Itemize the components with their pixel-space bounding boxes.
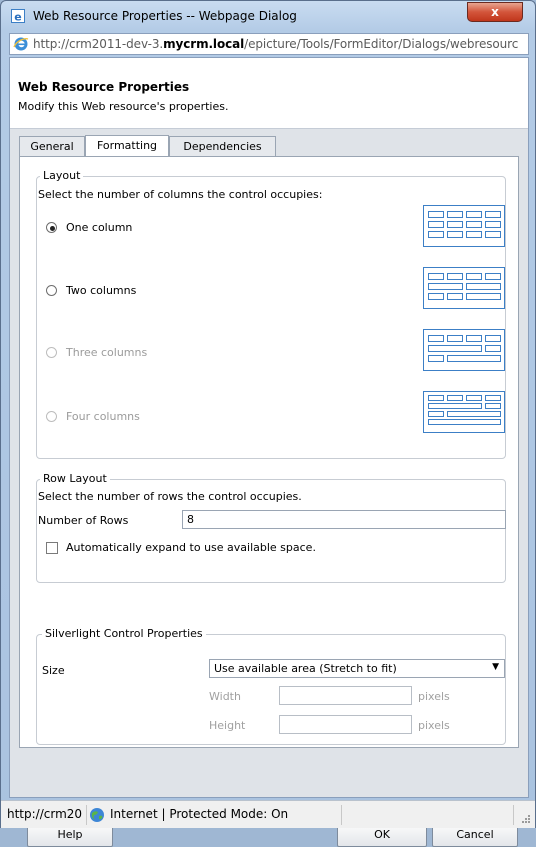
three-columns-label[interactable]: Three columns bbox=[66, 346, 147, 359]
four-columns-label[interactable]: Four columns bbox=[66, 410, 140, 423]
height-units-label: pixels bbox=[418, 719, 450, 732]
one-column-layout-icon bbox=[423, 205, 505, 247]
tab-dependencies[interactable]: Dependencies bbox=[169, 136, 276, 156]
number-of-rows-input[interactable]: 8 bbox=[182, 510, 506, 529]
status-divider bbox=[86, 805, 87, 825]
tab-formatting[interactable]: Formatting bbox=[85, 135, 169, 157]
status-url: http://crm20 bbox=[7, 807, 83, 821]
address-prefix: http://crm2011-dev-3. bbox=[33, 37, 164, 51]
height-label: Height bbox=[209, 719, 246, 732]
radio-one-column[interactable] bbox=[46, 222, 57, 233]
window-title: Web Resource Properties -- Webpage Dialo… bbox=[33, 9, 297, 23]
dropdown-arrow-icon: ▼ bbox=[492, 662, 499, 672]
width-label: Width bbox=[209, 690, 241, 703]
one-column-label[interactable]: One column bbox=[66, 221, 132, 234]
two-column-layout-icon bbox=[423, 267, 505, 309]
radio-two-columns[interactable] bbox=[46, 285, 57, 296]
four-column-layout-icon bbox=[423, 391, 505, 433]
dialog-window: e Web Resource Properties -- Webpage Dia… bbox=[0, 0, 536, 847]
close-button[interactable]: x bbox=[467, 2, 523, 22]
address-bar[interactable]: http://crm2011-dev-3.mycrm.local/epictur… bbox=[9, 33, 529, 55]
three-column-layout-icon bbox=[423, 329, 505, 371]
size-select-value: Use available area (Stretch to fit) bbox=[214, 662, 397, 675]
address-domain: mycrm.local bbox=[163, 37, 245, 51]
address-url[interactable]: http://crm2011-dev-3.mycrm.local/epictur… bbox=[33, 37, 528, 51]
silverlight-legend: Silverlight Control Properties bbox=[42, 627, 206, 640]
ie-logo-icon bbox=[13, 37, 29, 51]
row-layout-description: Select the number of rows the control oc… bbox=[38, 490, 302, 503]
dialog-body: General Formatting Dependencies Layout S… bbox=[10, 128, 528, 847]
svg-text:e: e bbox=[14, 11, 21, 24]
tab-general[interactable]: General bbox=[19, 136, 85, 156]
radio-three-columns[interactable] bbox=[46, 347, 57, 358]
radio-four-columns[interactable] bbox=[46, 411, 57, 422]
width-units-label: pixels bbox=[418, 690, 450, 703]
status-divider bbox=[513, 805, 514, 825]
status-bar: http://crm20 Internet | Protected Mode: … bbox=[1, 800, 535, 828]
number-of-rows-label: Number of Rows bbox=[38, 514, 129, 527]
dialog-subtitle: Modify this Web resource's properties. bbox=[18, 100, 229, 113]
status-divider bbox=[341, 805, 342, 825]
formatting-panel: Layout Select the number of columns the … bbox=[19, 156, 519, 748]
size-select[interactable]: Use available area (Stretch to fit) ▼ bbox=[209, 659, 505, 678]
ie-page-icon: e bbox=[11, 9, 25, 24]
height-input[interactable] bbox=[279, 715, 412, 734]
layout-legend: Layout bbox=[40, 169, 84, 182]
auto-expand-checkbox[interactable] bbox=[46, 542, 58, 554]
two-columns-label[interactable]: Two columns bbox=[66, 284, 136, 297]
row-layout-legend: Row Layout bbox=[40, 472, 110, 485]
internet-globe-icon bbox=[90, 808, 104, 822]
size-label: Size bbox=[42, 664, 65, 677]
width-input[interactable] bbox=[279, 686, 412, 705]
dialog-heading: Web Resource Properties bbox=[18, 80, 190, 94]
title-bar[interactable]: e Web Resource Properties -- Webpage Dia… bbox=[1, 1, 535, 31]
auto-expand-label[interactable]: Automatically expand to use available sp… bbox=[66, 541, 316, 554]
layout-description: Select the number of columns the control… bbox=[38, 188, 323, 201]
resize-grip-icon[interactable] bbox=[519, 814, 531, 826]
address-suffix: /epicture/Tools/FormEditor/Dialogs/webre… bbox=[244, 37, 519, 51]
dialog-content: Web Resource Properties Modify this Web … bbox=[9, 57, 529, 847]
status-zone: Internet | Protected Mode: On bbox=[110, 807, 289, 821]
